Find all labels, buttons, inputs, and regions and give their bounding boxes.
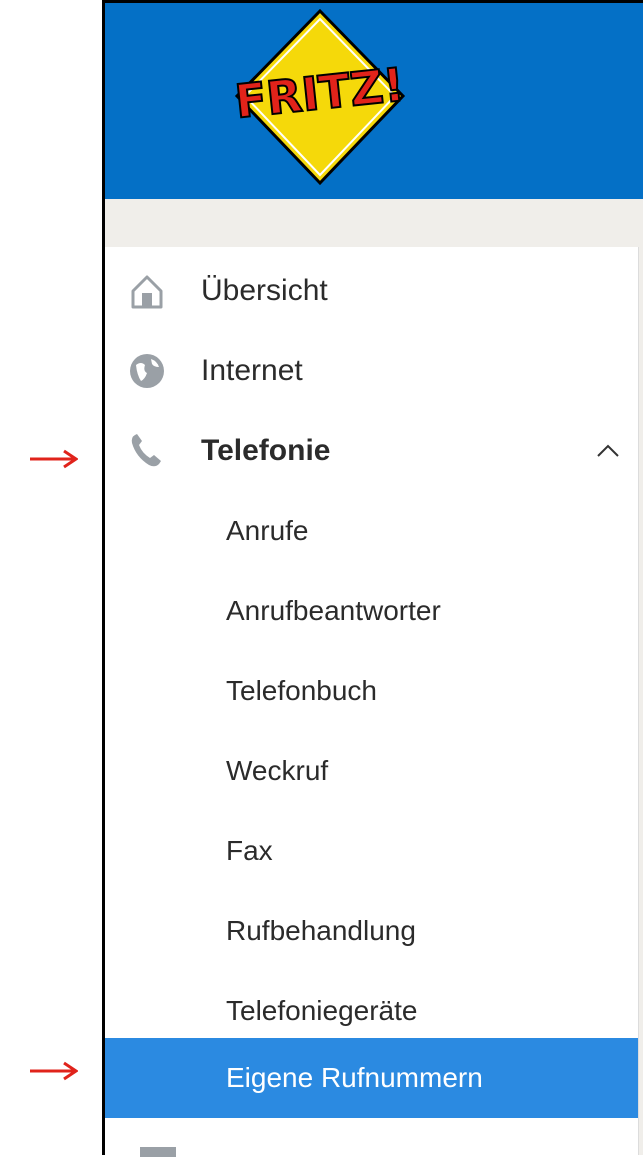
nav-item-label: Telefonie xyxy=(201,434,331,467)
subnav-item-label: Weckruf xyxy=(226,755,329,786)
subnav-item-anrufbeantworter[interactable]: Anrufbeantworter xyxy=(105,571,638,651)
nav-item-internet[interactable]: Internet xyxy=(105,331,638,411)
chevron-up-icon[interactable] xyxy=(594,437,622,465)
nav-item-label: Internet xyxy=(201,354,303,387)
header-strip xyxy=(105,199,643,247)
subnav-item-label: Anrufbeantworter xyxy=(226,595,441,626)
subnav-item-anrufe[interactable]: Anrufe xyxy=(105,491,638,571)
home-icon xyxy=(125,269,169,313)
annotation-arrow-telefonie xyxy=(30,449,78,469)
sidebar-frame: FRITZ! Übersicht Internet Telefonie Anru… xyxy=(102,0,643,1155)
subnav-item-fax[interactable]: Fax xyxy=(105,811,638,891)
nav-menu: Übersicht Internet Telefonie Anrufe Anru… xyxy=(105,247,639,1155)
globe-icon xyxy=(125,349,169,393)
app-header: FRITZ! xyxy=(105,3,643,199)
phone-icon xyxy=(125,429,169,473)
subnav-item-label: Rufbehandlung xyxy=(226,915,416,946)
nav-item-uebersicht[interactable]: Übersicht xyxy=(105,251,638,331)
subnav-item-telefonbuch[interactable]: Telefonbuch xyxy=(105,651,638,731)
subnav-item-label: Eigene Rufnummern xyxy=(226,1062,483,1093)
subnav-item-rufbehandlung[interactable]: Rufbehandlung xyxy=(105,891,638,971)
subnav-item-label: Telefonbuch xyxy=(226,675,378,706)
subnav-item-label: Telefoniegeräte xyxy=(226,995,418,1026)
subnav-item-eigene-rufnummern[interactable]: Eigene Rufnummern xyxy=(105,1038,638,1118)
subnav-item-label: Fax xyxy=(226,835,273,866)
next-nav-item-icon xyxy=(140,1147,176,1157)
annotation-arrow-eigene-rufnummern xyxy=(30,1061,78,1081)
subnav-item-label: Anrufe xyxy=(226,515,309,546)
nav-item-label: Übersicht xyxy=(201,274,328,307)
subnav-item-weckruf[interactable]: Weckruf xyxy=(105,731,638,811)
nav-item-telefonie[interactable]: Telefonie xyxy=(105,411,638,491)
fritz-logo[interactable]: FRITZ! xyxy=(231,5,409,187)
